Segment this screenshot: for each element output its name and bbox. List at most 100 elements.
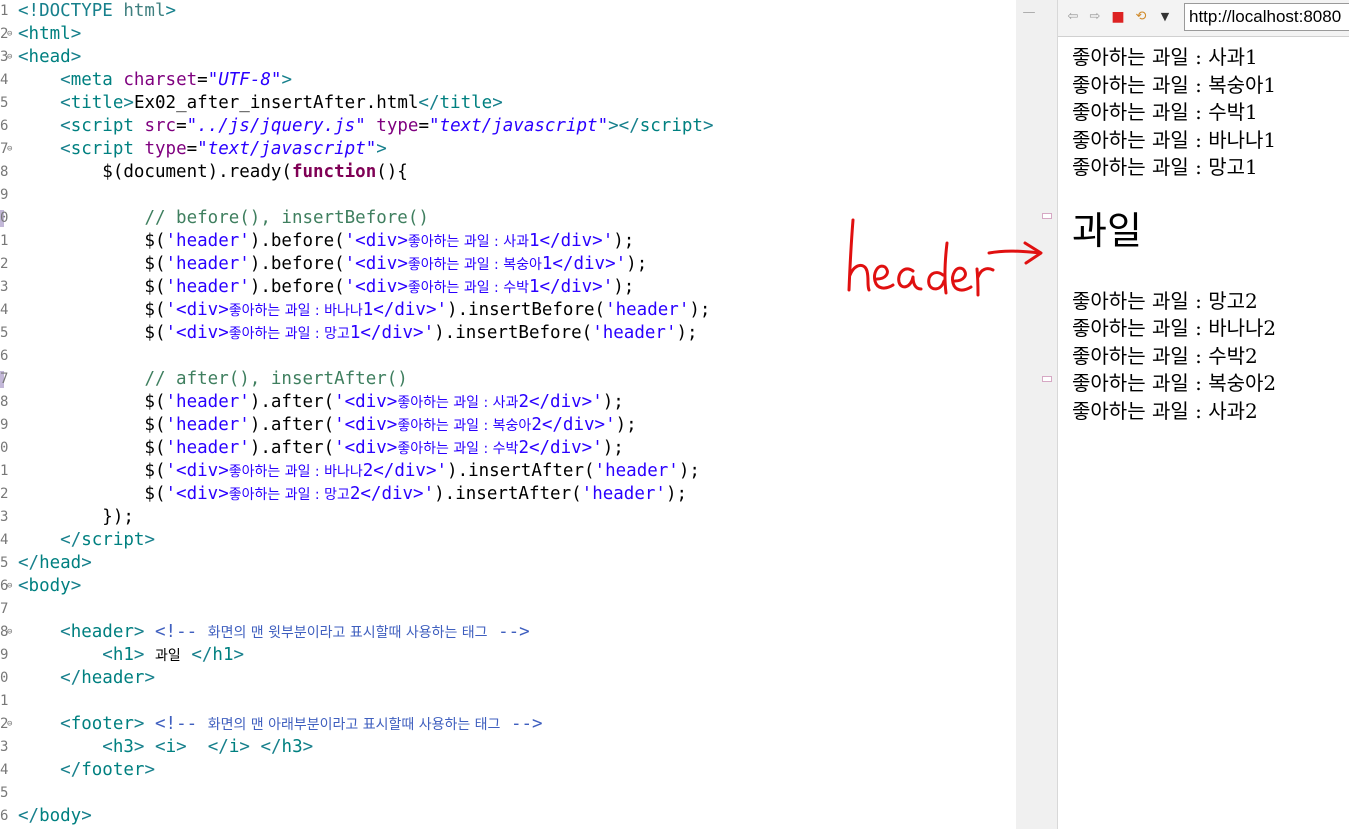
code-text: <h1> 과일 </h1>	[18, 644, 244, 668]
code-token: </	[60, 668, 82, 688]
forward-arrow-icon[interactable]: ⇨	[1086, 8, 1104, 26]
code-token: "text/javascript"	[197, 139, 377, 159]
refresh-icon[interactable]: ⟲	[1132, 8, 1150, 26]
fold-toggle-icon[interactable]: ⊖	[7, 46, 12, 69]
code-token: footer	[81, 760, 145, 780]
code-token: body	[28, 576, 71, 596]
code-token: ).before(	[249, 231, 345, 251]
code-token: </	[207, 737, 229, 757]
code-editor[interactable]: 1 <!DOCTYPE html> 2 ⊖ <html> 3 ⊖ <head> 4 <meta …	[0, 0, 1016, 829]
code-token: >	[70, 576, 82, 596]
code-token: 'header'	[605, 300, 690, 320]
code-token: <	[60, 70, 71, 90]
line-number: 9	[0, 647, 9, 663]
back-arrow-icon[interactable]: ⇦	[1064, 8, 1082, 26]
fold-toggle-icon[interactable]: ⊖	[7, 621, 12, 644]
code-text: $('<div>좋아하는 과일 : 바나나1</div>').insertBef…	[18, 299, 710, 323]
fold-toggle-icon[interactable]: ⊖	[7, 575, 12, 598]
line-number: 6	[0, 118, 9, 134]
page-heading: 과일	[1072, 208, 1142, 253]
code-text: </footer>	[18, 759, 155, 782]
code-token: 2</div>'	[518, 438, 603, 458]
code-token: <	[18, 24, 29, 44]
rendered-page: 좋아하는 과일 : 사과1 좋아하는 과일 : 복숭아1 좋아하는 과일 : 수박1…	[1072, 44, 1349, 425]
code-token: <	[18, 47, 29, 67]
code-token: function	[291, 162, 377, 182]
url-input[interactable]	[1184, 3, 1349, 31]
fold-toggle-icon[interactable]: ⊖	[7, 23, 12, 46]
code-token: $(	[18, 254, 166, 274]
code-text: // after(), insertAfter()	[18, 368, 408, 391]
code-token: script	[639, 116, 703, 136]
fold-toggle-icon[interactable]: ⊖	[7, 713, 12, 736]
line-number: 9	[0, 417, 9, 433]
fold-toggle-icon[interactable]: ⊖	[7, 138, 12, 161]
line-number: 6	[0, 808, 9, 824]
stop-icon[interactable]: ■	[1109, 8, 1127, 26]
code-text: <body>	[18, 575, 81, 598]
handwritten-annotation: header	[845, 205, 1045, 315]
code-token: src	[144, 116, 177, 136]
line-number: 8	[0, 164, 9, 180]
code-text: <meta charset="UTF-8">	[18, 69, 292, 92]
code-token: script	[70, 116, 145, 136]
code-token: '<div>	[334, 438, 398, 458]
editor-overview-ruler[interactable]: —	[1016, 0, 1058, 829]
code-token: '<div>	[165, 323, 229, 343]
code-token: </	[18, 553, 40, 573]
code-token: 좋아하는 과일 : 사과	[407, 234, 529, 250]
code-token: >	[81, 806, 92, 826]
code-token: title	[439, 93, 493, 113]
code-text: $('<div>좋아하는 과일 : 바나나2</div>').insertAft…	[18, 460, 700, 484]
code-text: $('header').after('<div>좋아하는 과일 : 사과2</d…	[18, 391, 623, 415]
code-token: 'header'	[165, 438, 250, 458]
menu-dropdown-icon[interactable]: ▼	[1156, 8, 1174, 26]
code-text: $('header').before('<div>좋아하는 과일 : 복숭아1<…	[18, 253, 647, 277]
code-token: 좋아하는 과일 : 바나나	[228, 464, 363, 480]
code-token: $(	[18, 415, 166, 435]
code-token: -->	[487, 622, 530, 642]
code-token: >	[133, 622, 145, 642]
fruit-item: 좋아하는 과일 : 수박2	[1072, 343, 1258, 368]
code-token: 'header'	[592, 323, 677, 343]
code-text: </body>	[18, 805, 92, 828]
code-token: $(	[18, 392, 166, 412]
code-token: >	[233, 645, 245, 665]
code-token: h1	[112, 645, 134, 665]
code-token: // after(), insertAfter()	[144, 369, 408, 389]
code-text: </script>	[18, 529, 155, 552]
code-token: script	[70, 139, 145, 159]
line-number: 7	[0, 371, 9, 387]
code-token: 2</div>'	[349, 484, 435, 504]
code-token: >	[70, 47, 82, 67]
code-token: </	[18, 806, 40, 826]
line-number: 0	[0, 670, 9, 686]
code-token: >	[81, 553, 92, 573]
code-text: <head>	[18, 46, 81, 69]
code-token: <!--	[155, 714, 208, 734]
minimize-icon[interactable]: —	[1020, 4, 1038, 22]
line-number: 1	[0, 693, 9, 709]
code-token: 1</div>'	[528, 231, 614, 251]
code-token: (){	[376, 162, 408, 182]
overview-marker[interactable]	[1042, 376, 1052, 382]
code-token: 'header'	[165, 415, 250, 435]
line-number: 3	[0, 279, 9, 295]
code-token: head	[28, 47, 71, 67]
code-token: ).before(	[249, 277, 345, 297]
fruit-item: 좋아하는 과일 : 사과2	[1072, 398, 1258, 423]
code-token: });	[18, 507, 134, 527]
code-token: '<div>	[344, 231, 408, 251]
code-token: ).insertBefore(	[434, 323, 593, 343]
fruit-item: 좋아하는 과일 : 망고2	[1072, 288, 1258, 313]
code-text: $(document).ready(function(){	[18, 161, 408, 184]
code-text: });	[18, 506, 134, 529]
